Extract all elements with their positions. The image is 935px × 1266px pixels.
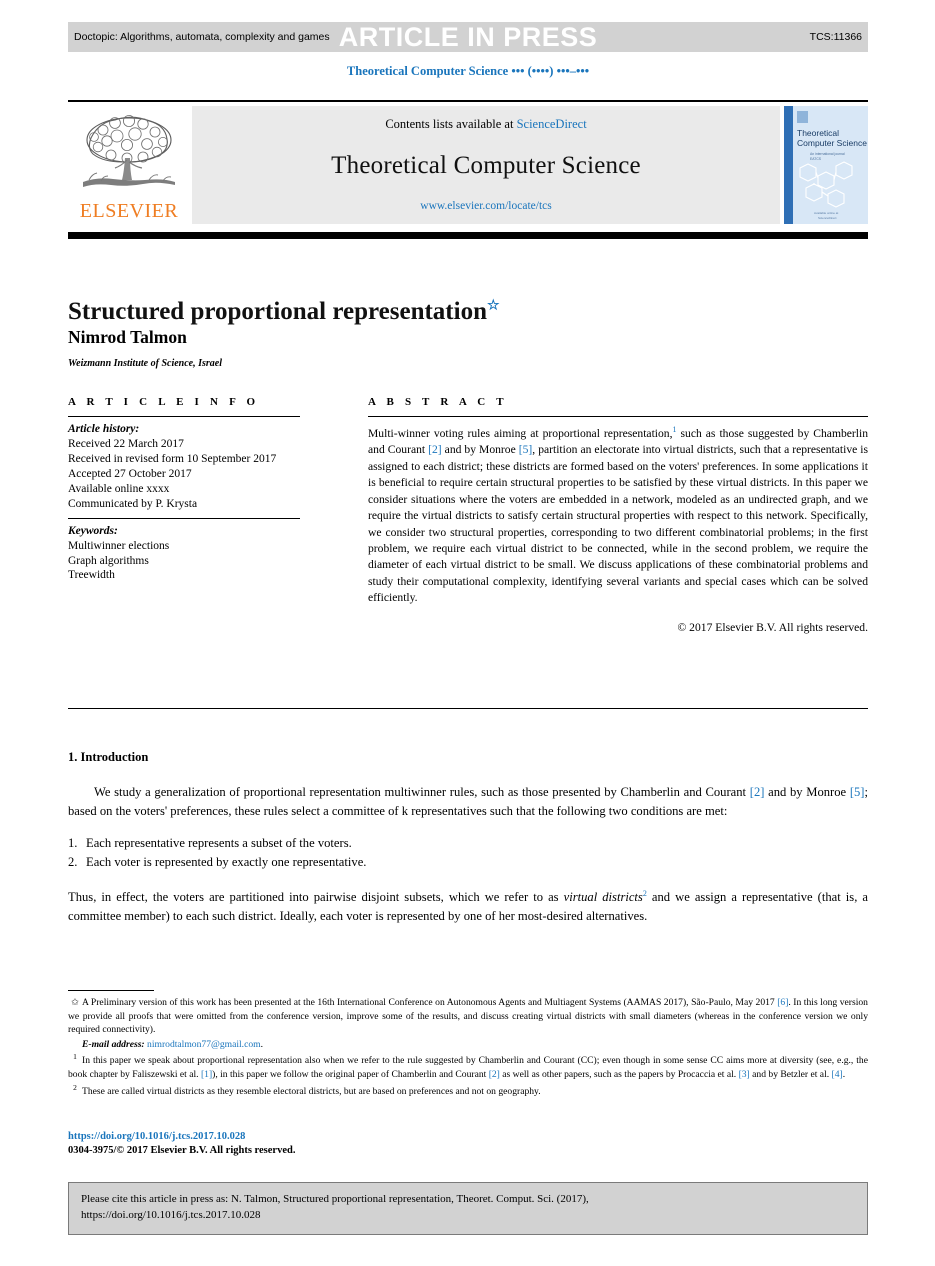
history-item: Accepted 27 October 2017 bbox=[68, 467, 192, 480]
journal-homepage-link[interactable]: www.elsevier.com/locate/tcs bbox=[420, 200, 551, 212]
intro-seg-b: and by Monroe bbox=[764, 785, 850, 799]
elsevier-logo: ELSEVIER bbox=[68, 102, 190, 228]
introduction-section: 1. Introduction We study a generalizatio… bbox=[68, 750, 868, 939]
email-address-label: E-mail address: bbox=[82, 1038, 145, 1050]
tcs-code-label: TCS:11366 bbox=[809, 31, 862, 43]
footnote-divider bbox=[68, 990, 154, 991]
list-item: 2. Each voter is represented by exactly o… bbox=[68, 853, 868, 872]
body-top-divider bbox=[68, 708, 868, 709]
article-info-heading: A R T I C L E I N F O bbox=[68, 396, 260, 408]
keywords-label: Keywords: bbox=[68, 524, 118, 537]
svg-text:Computer Science: Computer Science bbox=[797, 138, 867, 148]
article-in-press-band: Doctopic: Algorithms, automata, complexi… bbox=[68, 22, 868, 52]
abstract-seg-d: , partition an electorate into virtual d… bbox=[368, 443, 869, 605]
citation-ref-5[interactable]: [5] bbox=[519, 443, 533, 456]
citation-notice-box: Please cite this article in press as: N.… bbox=[68, 1182, 868, 1235]
introduction-conditions-list: 1. Each representative represents a subse… bbox=[68, 834, 868, 872]
introduction-heading: 1. Introduction bbox=[68, 750, 149, 764]
doi-link[interactable]: https://doi.org/10.1016/j.tcs.2017.10.02… bbox=[68, 1131, 245, 1142]
keyword-item: Treewidth bbox=[68, 569, 115, 582]
footnotes-section: ✩ A Preliminary version of this work has … bbox=[68, 996, 868, 1100]
title-text: Structured proportional representation bbox=[68, 297, 487, 325]
abstract-copyright: © 2017 Elsevier B.V. All rights reserved… bbox=[677, 620, 868, 634]
citation-line-2: https://doi.org/10.1016/j.tcs.2017.10.02… bbox=[81, 1208, 261, 1221]
citation-ref-2[interactable]: [2] bbox=[489, 1069, 500, 1080]
svg-text:Theoretical: Theoretical bbox=[797, 128, 839, 138]
citation-ref-5[interactable]: [5] bbox=[850, 785, 865, 799]
page-title: Structured proportional representation☆ bbox=[68, 298, 708, 327]
citation-ref-6[interactable]: [6] bbox=[777, 997, 788, 1008]
footnote-2: 2 These are called virtual districts as t… bbox=[68, 1083, 868, 1099]
title-footnote-star-icon[interactable]: ☆ bbox=[487, 298, 500, 313]
footnote-email: E-mail address: nimrodtalmon77@gmail.com… bbox=[68, 1038, 868, 1052]
keyword-item: Multiwinner elections bbox=[68, 539, 170, 552]
sciencedirect-link[interactable]: ScienceDirect bbox=[517, 117, 587, 131]
list-item: 1. Each representative represents a subse… bbox=[68, 834, 868, 853]
history-item: Received in revised form 10 September 20… bbox=[68, 452, 277, 465]
svg-text:EATCS: EATCS bbox=[810, 157, 822, 161]
article-page: Doctopic: Algorithms, automata, complexi… bbox=[68, 0, 868, 1266]
keyword-item: Graph algorithms bbox=[68, 554, 149, 567]
journal-running-head: Theoretical Computer Science ••• (••••) … bbox=[346, 64, 590, 78]
virtual-districts-term: virtual districts bbox=[563, 890, 643, 905]
contents-prefix: Contents lists available at bbox=[385, 117, 517, 131]
history-item: Available online xxxx bbox=[68, 482, 170, 495]
intro-seg-a: We study a generalization of proportiona… bbox=[94, 785, 750, 799]
citation-ref-1[interactable]: [1] bbox=[201, 1069, 212, 1080]
list-item-number: 1. bbox=[68, 836, 78, 851]
author-name: Nimrod Talmon bbox=[68, 327, 187, 347]
introduction-paragraph-2: Thus, in effect, the voters are partitio… bbox=[68, 888, 868, 925]
journal-title: Theoretical Computer Science bbox=[331, 152, 641, 179]
footnote-2-marker: 2 bbox=[73, 1082, 77, 1092]
footnote-1-seg-d: and by Betzler et al. bbox=[749, 1069, 832, 1081]
abstract-heading: A B S T R A C T bbox=[368, 396, 508, 408]
history-item: Received 22 March 2017 bbox=[68, 437, 184, 450]
article-history-label: Article history: bbox=[68, 423, 140, 435]
svg-text:Available online at: Available online at bbox=[814, 211, 838, 215]
email-end-punct: . bbox=[260, 1038, 264, 1050]
citation-ref-4[interactable]: [4] bbox=[832, 1069, 843, 1080]
list-item-text: Each voter is represented by exactly one… bbox=[86, 855, 367, 870]
elsevier-wordmark: ELSEVIER bbox=[79, 199, 179, 222]
journal-masthead: ELSEVIER Contents lists available at Sci… bbox=[68, 100, 868, 228]
list-item-number: 2. bbox=[68, 855, 78, 870]
contents-available-line: Contents lists available at ScienceDirec… bbox=[385, 117, 586, 132]
footnote-1-seg-b: ), in this paper we follow the original … bbox=[212, 1069, 489, 1081]
article-info-column: A R T I C L E I N F O Article history: R… bbox=[68, 396, 300, 589]
list-item-text: Each representative represents a subset … bbox=[86, 836, 352, 851]
journal-cover-image: Theoretical Computer Science An internat… bbox=[784, 106, 868, 224]
journal-cover-thumbnail[interactable]: Theoretical Computer Science An internat… bbox=[784, 106, 868, 224]
svg-text:ScienceDirect: ScienceDirect bbox=[818, 216, 837, 220]
citation-line-1: Please cite this article in press as: N.… bbox=[81, 1193, 589, 1205]
footnote-star: ✩ A Preliminary version of this work has … bbox=[68, 996, 868, 1037]
footnote-1-seg-c: as well as other papers, such as the pap… bbox=[499, 1069, 739, 1081]
issn-copyright-line: 0304-3975/© 2017 Elsevier B.V. All right… bbox=[68, 1145, 296, 1156]
citation-ref-2[interactable]: [2] bbox=[750, 785, 765, 799]
history-item: Communicated by P. Krysta bbox=[68, 497, 198, 510]
keywords-block: Keywords: Multiwinner elections Graph al… bbox=[68, 519, 300, 590]
svg-text:An international journal: An international journal bbox=[810, 152, 845, 156]
article-in-press-title: ARTICLE IN PRESS bbox=[338, 22, 598, 52]
author-affiliation: Weizmann Institute of Science, Israel bbox=[68, 358, 222, 369]
intro2-seg-a: Thus, in effect, the voters are partitio… bbox=[68, 890, 564, 905]
citation-ref-2[interactable]: [2] bbox=[428, 443, 442, 456]
masthead-bottom-rule bbox=[68, 232, 868, 239]
abstract-column: A B S T R A C T Multi-winner voting rule… bbox=[368, 396, 868, 634]
article-history-block: Article history: Received 22 March 2017 … bbox=[68, 417, 300, 518]
abstract-seg-c: and by Monroe bbox=[441, 443, 519, 457]
abstract-seg-a: Multi-winner voting rules aiming at prop… bbox=[368, 426, 673, 440]
elsevier-tree-icon bbox=[83, 114, 175, 187]
footnote-star-seg-a: A Preliminary version of this work has b… bbox=[82, 997, 778, 1008]
footnote-1: 1 In this paper we speak about proportion… bbox=[68, 1052, 868, 1081]
footnote-2-text: These are called virtual districts as th… bbox=[82, 1086, 541, 1098]
footnote-star-marker: ✩ bbox=[70, 997, 80, 1008]
citation-ref-3[interactable]: [3] bbox=[739, 1069, 750, 1080]
introduction-paragraph-1: We study a generalization of proportiona… bbox=[68, 783, 868, 820]
masthead-center-panel: Contents lists available at ScienceDirec… bbox=[192, 106, 780, 224]
abstract-text: Multi-winner voting rules aiming at prop… bbox=[368, 417, 868, 607]
footnote-1-seg-e: . bbox=[842, 1069, 846, 1081]
author-email-link[interactable]: nimrodtalmon77@gmail.com bbox=[147, 1039, 261, 1050]
footnote-1-marker: 1 bbox=[73, 1052, 77, 1062]
